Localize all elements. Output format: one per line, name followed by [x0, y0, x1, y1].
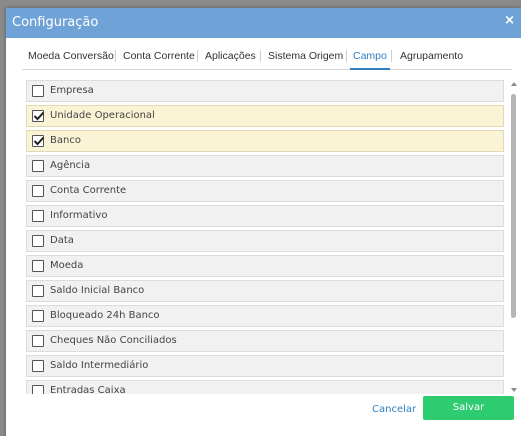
checkbox[interactable]: [32, 260, 44, 272]
tab-sistema-origem[interactable]: Sistema Origem: [268, 50, 343, 62]
field-label: Empresa: [50, 85, 94, 96]
field-list: Empresa Unidade Operacional Banco Agênci…: [26, 80, 504, 394]
field-label: Informativo: [50, 210, 108, 221]
tab-conta-corrente[interactable]: Conta Corrente: [123, 50, 195, 62]
field-label: Saldo Intermediário: [50, 360, 149, 371]
field-row-entradas-caixa[interactable]: Entradas Caixa: [26, 380, 504, 394]
tab-aplicacoes[interactable]: Aplicações: [205, 50, 256, 62]
configuration-dialog: Configuração × Moeda Conversão Conta Cor…: [6, 8, 521, 436]
tab-divider: [391, 50, 392, 62]
field-label: Data: [50, 235, 74, 246]
scrollbar[interactable]: [510, 80, 518, 394]
checkmark-icon: [33, 136, 45, 146]
field-row-empresa[interactable]: Empresa: [26, 80, 504, 102]
field-row-agencia[interactable]: Agência: [26, 155, 504, 177]
dialog-titlebar: Configuração ×: [6, 8, 521, 38]
checkbox[interactable]: [32, 85, 44, 97]
cancel-button[interactable]: Cancelar: [372, 404, 416, 415]
scrollbar-thumb[interactable]: [511, 94, 516, 318]
field-row-moeda[interactable]: Moeda: [26, 255, 504, 277]
field-label: Saldo Inicial Banco: [50, 285, 145, 296]
field-label: Entradas Caixa: [50, 385, 126, 394]
checkbox[interactable]: [32, 185, 44, 197]
field-label: Conta Corrente: [50, 185, 127, 196]
checkbox[interactable]: [32, 110, 45, 122]
field-label: Moeda: [50, 260, 84, 271]
field-row-bloqueado-24h-banco[interactable]: Bloqueado 24h Banco: [26, 305, 504, 327]
scroll-down-arrow-icon[interactable]: [510, 386, 518, 394]
field-row-cheques-nao-conciliados[interactable]: Cheques Não Conciliados: [26, 330, 504, 352]
checkbox[interactable]: [32, 385, 44, 394]
checkbox[interactable]: [32, 360, 44, 372]
tab-divider: [346, 50, 347, 62]
tab-bar: Moeda Conversão Conta Corrente Aplicaçõe…: [22, 44, 512, 70]
tab-agrupamento[interactable]: Agrupamento: [400, 50, 463, 62]
field-row-conta-corrente[interactable]: Conta Corrente: [26, 180, 504, 202]
checkbox[interactable]: [32, 160, 44, 172]
field-label: Unidade Operacional: [50, 110, 155, 121]
checkbox[interactable]: [32, 285, 44, 297]
field-row-data[interactable]: Data: [26, 230, 504, 252]
field-label: Banco: [50, 135, 81, 146]
tab-campo[interactable]: Campo: [350, 50, 390, 70]
tab-divider: [115, 50, 116, 62]
tab-divider: [260, 50, 261, 62]
checkbox[interactable]: [32, 235, 44, 247]
field-label: Bloqueado 24h Banco: [50, 310, 160, 321]
field-row-banco[interactable]: Banco: [26, 130, 504, 152]
field-row-saldo-inicial-banco[interactable]: Saldo Inicial Banco: [26, 280, 504, 302]
checkbox[interactable]: [32, 135, 45, 147]
checkmark-icon: [33, 111, 45, 121]
field-label: Agência: [50, 160, 91, 171]
checkbox[interactable]: [32, 210, 44, 222]
field-label: Cheques Não Conciliados: [50, 335, 177, 346]
close-icon[interactable]: ×: [504, 13, 515, 28]
checkbox[interactable]: [32, 335, 44, 347]
tab-moeda-conversao[interactable]: Moeda Conversão: [28, 50, 114, 62]
checkbox[interactable]: [32, 310, 44, 322]
tab-divider: [197, 50, 198, 62]
field-row-saldo-intermediario[interactable]: Saldo Intermediário: [26, 355, 504, 377]
save-button[interactable]: Salvar: [423, 396, 514, 420]
scroll-up-arrow-icon[interactable]: [510, 80, 518, 88]
field-row-informativo[interactable]: Informativo: [26, 205, 504, 227]
field-row-unidade-operacional[interactable]: Unidade Operacional: [26, 105, 504, 127]
dialog-title: Configuração: [12, 15, 99, 30]
